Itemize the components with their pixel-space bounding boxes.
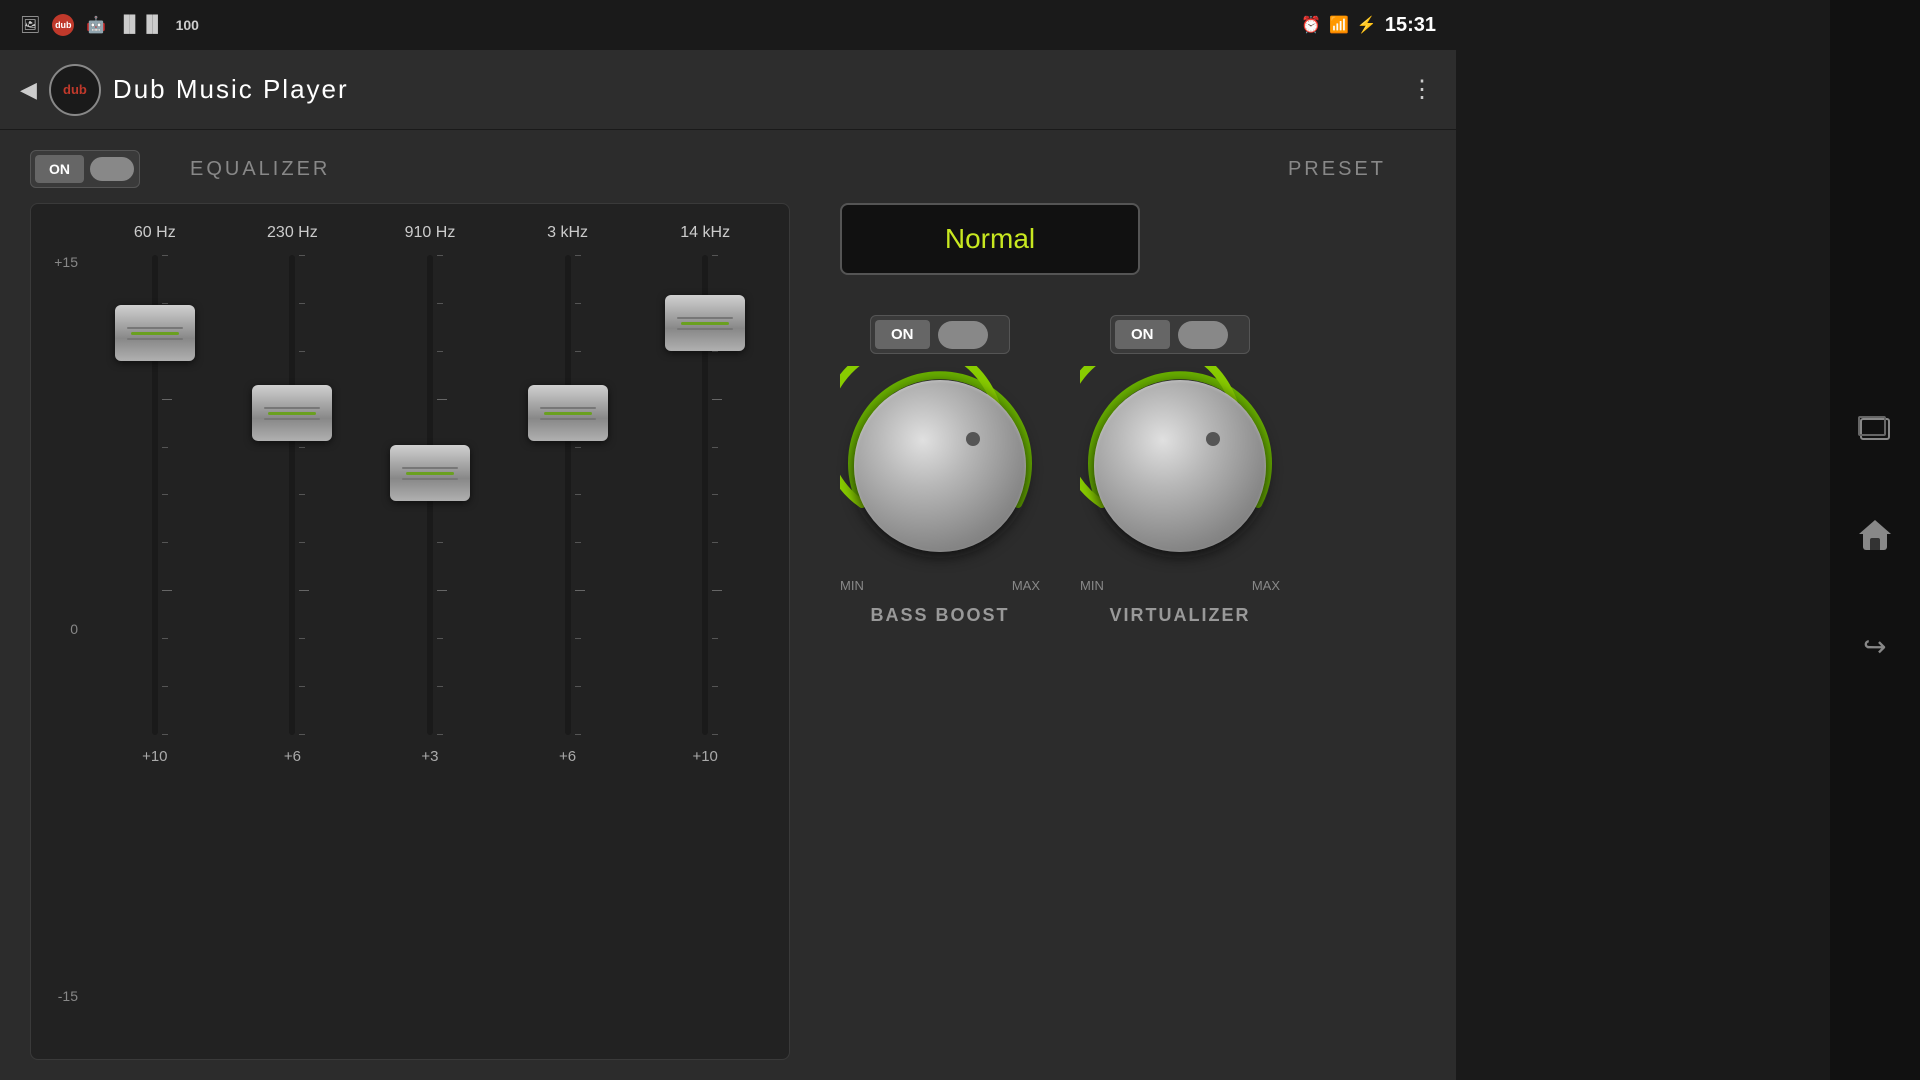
bass-boost-toggle[interactable]: ON [870, 315, 1010, 354]
eq-on-label: ON [35, 155, 84, 183]
y-axis: +15 0 -15 [46, 224, 86, 1044]
band-14khz: 14 kHz [636, 224, 774, 1044]
virtualizer-max: MAX [1252, 578, 1280, 593]
slider-230hz-track [289, 255, 295, 735]
nav-bar: ↩ [1830, 0, 1920, 1080]
value-910hz: +3 [421, 748, 438, 765]
sliders-area: 60 Hz [86, 224, 774, 1044]
y-mid: 0 [46, 621, 78, 637]
virtualizer-item: ON [1080, 315, 1280, 626]
eq-toggle-track [90, 157, 134, 181]
slider-3khz-container [553, 255, 583, 735]
freq-230hz: 230 Hz [267, 224, 318, 242]
slider-3khz-track [565, 255, 571, 735]
slider-14khz-container [690, 255, 720, 735]
eq-panel: +15 0 -15 60 Hz [30, 203, 790, 1060]
slider-230hz-thumb[interactable] [252, 385, 332, 441]
freq-60hz: 60 Hz [134, 224, 176, 242]
slider-14khz-thumb[interactable] [665, 295, 745, 351]
slider-910hz-container [415, 255, 445, 735]
band-60hz: 60 Hz [86, 224, 224, 1044]
slider-230hz-container [277, 255, 307, 735]
y-top: +15 [46, 254, 78, 270]
value-230hz: +6 [284, 748, 301, 765]
recent-apps-button[interactable] [1860, 418, 1890, 440]
freq-14khz: 14 kHz [680, 224, 730, 242]
dub-icon: dub [52, 14, 74, 36]
more-menu-button[interactable]: ⋮ [1410, 75, 1436, 104]
virtualizer-on-label: ON [1115, 320, 1170, 349]
slider-60hz-thumb[interactable] [115, 305, 195, 361]
eq-toggle[interactable]: ON [30, 150, 140, 188]
score-icon: 100 [176, 17, 199, 33]
slider-3khz-thumb[interactable] [528, 385, 608, 441]
main-content: ON EQUALIZER PRESET +15 0 -15 [0, 130, 1456, 1080]
band-3khz: 3 kHz [499, 224, 637, 1044]
slider-910hz-thumb[interactable] [390, 445, 470, 501]
bass-boost-knob[interactable] [840, 366, 1040, 566]
freq-910hz: 910 Hz [405, 224, 456, 242]
bass-boost-labels: MIN MAX [840, 578, 1040, 593]
eq-preset-row: +15 0 -15 60 Hz [30, 203, 1426, 1060]
eq-header-row: ON EQUALIZER PRESET [30, 150, 1426, 188]
preset-value: Normal [945, 223, 1035, 254]
photo-icon: 🖼 [20, 15, 40, 35]
bass-boost-item: ON [840, 315, 1040, 626]
bass-boost-on-label: ON [875, 320, 930, 349]
virtualizer-toggle[interactable]: ON [1110, 315, 1250, 354]
app-bar-left: ◀ dub Dub Music Player [20, 64, 349, 116]
equalizer-label: EQUALIZER [190, 158, 330, 181]
bass-boost-max: MAX [1012, 578, 1040, 593]
virtualizer-toggle-track [1178, 321, 1228, 349]
app-title: Dub Music Player [113, 74, 349, 105]
virtualizer-label: VIRTUALIZER [1110, 605, 1251, 626]
freq-3khz: 3 kHz [547, 224, 588, 242]
android-icon: 🤖 [86, 15, 106, 35]
bass-boost-min: MIN [840, 578, 864, 593]
bass-boost-knob-body [854, 380, 1026, 552]
app-logo: dub [49, 64, 101, 116]
effects-panel: Normal ON [820, 203, 1426, 1060]
app-container: 🖼 dub 🤖 ▐▌▐▌ 100 ⏰ 📶 ⚡ 15:31 ◀ dub Dub M… [0, 0, 1456, 1080]
bass-boost-label: BASS BOOST [870, 605, 1009, 626]
slider-60hz-container [140, 255, 170, 735]
alarm-icon: ⏰ [1301, 15, 1321, 35]
preset-section-label: PRESET [1288, 158, 1386, 181]
virtualizer-min: MIN [1080, 578, 1104, 593]
value-3khz: +6 [559, 748, 576, 765]
bass-boost-knob-dot [966, 432, 980, 446]
value-14khz: +10 [692, 748, 717, 765]
signal-icon: 📶 [1329, 15, 1349, 35]
virtualizer-knob[interactable] [1080, 366, 1280, 566]
status-bar-left: 🖼 dub 🤖 ▐▌▐▌ 100 [20, 14, 199, 36]
effects-row: ON [820, 315, 1426, 626]
band-910hz: 910 Hz [361, 224, 499, 1044]
home-button[interactable] [1859, 520, 1891, 550]
battery-icon: ⚡ [1357, 15, 1377, 35]
time-display: 15:31 [1385, 14, 1436, 37]
preset-button[interactable]: Normal [840, 203, 1140, 275]
y-bottom: -15 [46, 988, 78, 1004]
app-bar: ◀ dub Dub Music Player ⋮ [0, 50, 1456, 130]
back-button[interactable]: ◀ [20, 77, 37, 103]
back-nav-button[interactable]: ↩ [1863, 630, 1886, 663]
barcode-icon: ▐▌▐▌ [118, 16, 163, 34]
virtualizer-knob-body [1094, 380, 1266, 552]
value-60hz: +10 [142, 748, 167, 765]
bass-boost-toggle-track [938, 321, 988, 349]
virtualizer-knob-dot [1206, 432, 1220, 446]
virtualizer-labels: MIN MAX [1080, 578, 1280, 593]
band-230hz: 230 Hz [224, 224, 362, 1044]
status-bar: 🖼 dub 🤖 ▐▌▐▌ 100 ⏰ 📶 ⚡ 15:31 [0, 0, 1456, 50]
status-bar-right: ⏰ 📶 ⚡ 15:31 [1301, 14, 1436, 37]
